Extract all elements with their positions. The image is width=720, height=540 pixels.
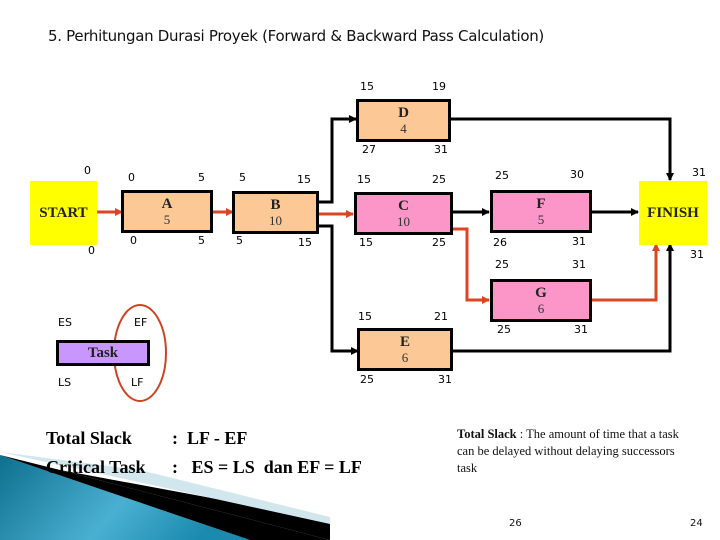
task-a-duration: 5 (163, 211, 171, 227)
arrow-c-to-g (453, 227, 490, 304)
task-e-ef: 21 (434, 310, 448, 323)
task-d-duration: 4 (400, 120, 407, 136)
task-c-ls: 15 (359, 236, 373, 249)
arrow-d-to-finish (450, 117, 674, 181)
task-f: F 5 (490, 190, 592, 233)
task-c-es: 15 (357, 173, 371, 186)
task-g-label: G (535, 284, 547, 301)
task-b-duration: 10 (269, 212, 282, 228)
task-g-ls: 25 (497, 323, 511, 336)
task-a-ls: 0 (130, 234, 137, 247)
task-f-label: F (536, 195, 546, 212)
legend-ls: LS (58, 376, 72, 389)
finish-node: FINISH (639, 181, 707, 245)
task-a-es: 0 (128, 171, 135, 184)
task-e-ls: 25 (360, 373, 374, 386)
legend-task-label: Task (87, 344, 119, 361)
start-es: 0 (84, 164, 91, 177)
arrow-b-to-d (318, 115, 357, 204)
page-number-right: 24 (690, 518, 703, 529)
task-a-label: A (161, 195, 173, 212)
definition-term: Total Slack (457, 427, 517, 441)
task-a: A 5 (121, 190, 213, 233)
task-e-duration: 6 (401, 349, 409, 365)
task-e-lf: 31 (438, 373, 452, 386)
task-b-ef: 15 (297, 173, 311, 186)
start-label: START (39, 204, 88, 221)
critical-task-formula: : ES = LS dan EF = LF (172, 457, 362, 477)
task-d-es: 15 (360, 80, 374, 93)
task-b-label: B (270, 196, 281, 213)
task-b-ls: 5 (236, 234, 243, 247)
task-g-duration: 6 (537, 300, 545, 316)
task-d-label: D (398, 104, 409, 121)
task-a-lf: 5 (198, 234, 205, 247)
task-g-es: 25 (495, 258, 509, 271)
finish-label: FINISH (647, 204, 699, 221)
task-f-ls: 26 (493, 236, 507, 249)
task-g-lf: 31 (574, 323, 588, 336)
finish-ef: 31 (692, 166, 706, 179)
start-node: START (30, 181, 97, 245)
task-f-duration: 5 (537, 211, 545, 227)
task-c-duration: 10 (397, 213, 410, 229)
legend-lf: LF (131, 376, 144, 389)
task-f-ef: 30 (570, 168, 584, 181)
task-d-lf: 31 (434, 143, 448, 156)
legend-task-box: Task (56, 340, 150, 366)
task-d: D 4 (356, 99, 451, 142)
task-e-label: E (399, 333, 410, 350)
task-f-lf: 31 (572, 235, 586, 248)
task-d-ef: 19 (432, 80, 446, 93)
legend-es: ES (58, 316, 72, 329)
arrow-g-to-finish (591, 243, 660, 302)
task-d-ls: 27 (362, 143, 376, 156)
task-c: C 10 (354, 192, 453, 235)
task-f-es: 25 (495, 169, 509, 182)
task-e: E 6 (357, 328, 453, 371)
finish-lf: 31 (690, 248, 704, 261)
total-slack-label: Total Slack (46, 428, 132, 448)
task-b-es: 5 (239, 171, 246, 184)
legend-ef: EF (134, 316, 148, 329)
total-slack-formula: : LF - EF (172, 428, 248, 448)
total-slack-definition: Total Slack : The amount of time that a … (457, 426, 697, 477)
page-number-left: 26 (509, 518, 522, 529)
task-g: G 6 (490, 279, 592, 322)
task-e-es: 15 (358, 310, 372, 323)
task-c-label: C (398, 197, 409, 214)
task-g-ef: 31 (572, 258, 586, 271)
start-ls: 0 (88, 244, 95, 257)
task-b: B 10 (232, 191, 319, 234)
task-b-lf: 15 (298, 236, 312, 249)
critical-task-label: Critical Task (46, 457, 146, 477)
arrow-b-to-e (318, 224, 359, 355)
task-a-ef: 5 (198, 171, 205, 184)
task-c-lf: 25 (432, 236, 446, 249)
task-c-ef: 25 (432, 173, 446, 186)
